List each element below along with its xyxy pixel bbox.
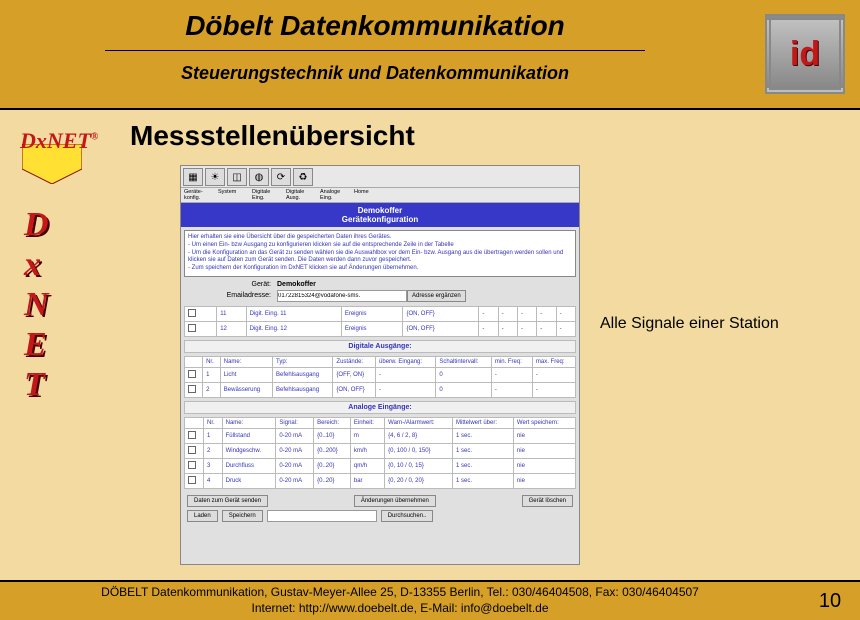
- section-analog-in: Analoge Eingänge:: [184, 401, 576, 414]
- analog-in-table: Nr.Name:Signal:Bereich:Einheit:Warn-/Ala…: [184, 417, 576, 489]
- digital-in-table: 11Digit. Eing. 11Ereignis{ON, OFF}----- …: [184, 306, 576, 337]
- checkbox[interactable]: [188, 446, 196, 454]
- table-row[interactable]: 3Durchfluss0-20 mA{0..20}qm/h{0, 10 / 0,…: [185, 458, 576, 473]
- toolbar-icon-analog[interactable]: ⟳: [271, 168, 291, 186]
- info-text: Hier erhalten sie eine Übersicht über di…: [184, 230, 576, 277]
- device-row: Gerät:Demokoffer: [181, 280, 579, 289]
- header-subtitle: Steuerungstechnik und Datenkommunikation: [0, 63, 750, 84]
- checkbox[interactable]: [188, 476, 196, 484]
- save-button[interactable]: Speichern: [222, 510, 263, 522]
- logo: id: [765, 14, 845, 94]
- header-title: Döbelt Datenkommunikation: [0, 10, 750, 42]
- browse-button[interactable]: Durchsuchen..: [381, 510, 434, 522]
- slide-caption: Alle Signale einer Station: [600, 315, 779, 333]
- page-number: 10: [800, 590, 860, 613]
- panel-titlebar: Demokoffer Gerätekonfiguration: [181, 203, 579, 227]
- table-row[interactable]: 4Druck0-20 mA{0..20}bar{0, 20 / 0, 20}1 …: [185, 473, 576, 488]
- checkbox[interactable]: [188, 461, 196, 469]
- checkbox[interactable]: [188, 370, 196, 378]
- footer-address: DÖBELT Datenkommunikation, Gustav-Meyer-…: [0, 585, 800, 601]
- send-to-device-button[interactable]: Daten zum Gerät senden: [187, 495, 268, 507]
- table-row[interactable]: 2Windgeschw.0-20 mA{0..200}km/h{0, 100 /…: [185, 443, 576, 458]
- brand-vertical: DxNET: [24, 205, 49, 405]
- table-row[interactable]: 11Digit. Eing. 11Ereignis{ON, OFF}-----: [185, 306, 576, 321]
- panel-toolbar: ▦ ☀ ◫ ◍ ⟳ ♻: [181, 166, 579, 188]
- load-button[interactable]: Laden: [187, 510, 218, 522]
- toolbar-icon-digi-out[interactable]: ◍: [249, 168, 269, 186]
- logo-text: id: [790, 35, 820, 74]
- table-row[interactable]: 2BewässerungBefehlsausgang{ON, OFF}-0--: [185, 382, 576, 397]
- delete-device-button[interactable]: Gerät löschen: [522, 495, 573, 507]
- table-row[interactable]: 1Füllstand0-20 mA{0..10}m{4, 6 / 2, 8}1 …: [185, 428, 576, 443]
- footer-contact: Internet: http://www.doebelt.de, E-Mail:…: [0, 601, 800, 617]
- checkbox[interactable]: [188, 324, 196, 332]
- email-row: Emailadresse: Adresse ergänzen: [181, 289, 579, 303]
- header-bar: Döbelt Datenkommunikation Steuerungstech…: [0, 0, 860, 110]
- toolbar-icon-system[interactable]: ☀: [205, 168, 225, 186]
- brand-name: DxNET®: [20, 128, 98, 154]
- file-path-input[interactable]: [267, 510, 377, 522]
- email-input[interactable]: [277, 290, 407, 302]
- checkbox[interactable]: [188, 431, 196, 439]
- toolbar-icon-digi-in[interactable]: ◫: [227, 168, 247, 186]
- checkbox[interactable]: [188, 309, 196, 317]
- digital-out-table: Nr.Name:Typ:Zustände:überw. Eingang:Scha…: [184, 356, 576, 398]
- toolbar-labels: Geräte- konfig.SystemDigitale Eing.Digit…: [181, 188, 579, 203]
- add-address-button[interactable]: Adresse ergänzen: [407, 290, 466, 302]
- device-name: Demokoffer: [277, 281, 316, 288]
- slide-title: Messstellenübersicht: [130, 120, 415, 152]
- checkbox[interactable]: [188, 385, 196, 393]
- toolbar-icon-config[interactable]: ▦: [183, 168, 203, 186]
- table-row[interactable]: 1LichtBefehlsausgang{OFF, ON}-0--: [185, 367, 576, 382]
- table-row[interactable]: 12Digit. Eing. 12Ereignis{ON, OFF}-----: [185, 321, 576, 336]
- section-digital-out: Digitale Ausgänge:: [184, 340, 576, 353]
- config-panel: ▦ ☀ ◫ ◍ ⟳ ♻ Geräte- konfig.SystemDigital…: [180, 165, 580, 565]
- divider: [105, 50, 645, 51]
- footer-bar: DÖBELT Datenkommunikation, Gustav-Meyer-…: [0, 580, 860, 620]
- toolbar-icon-home[interactable]: ♻: [293, 168, 313, 186]
- apply-changes-button[interactable]: Änderungen übernehmen: [354, 495, 436, 507]
